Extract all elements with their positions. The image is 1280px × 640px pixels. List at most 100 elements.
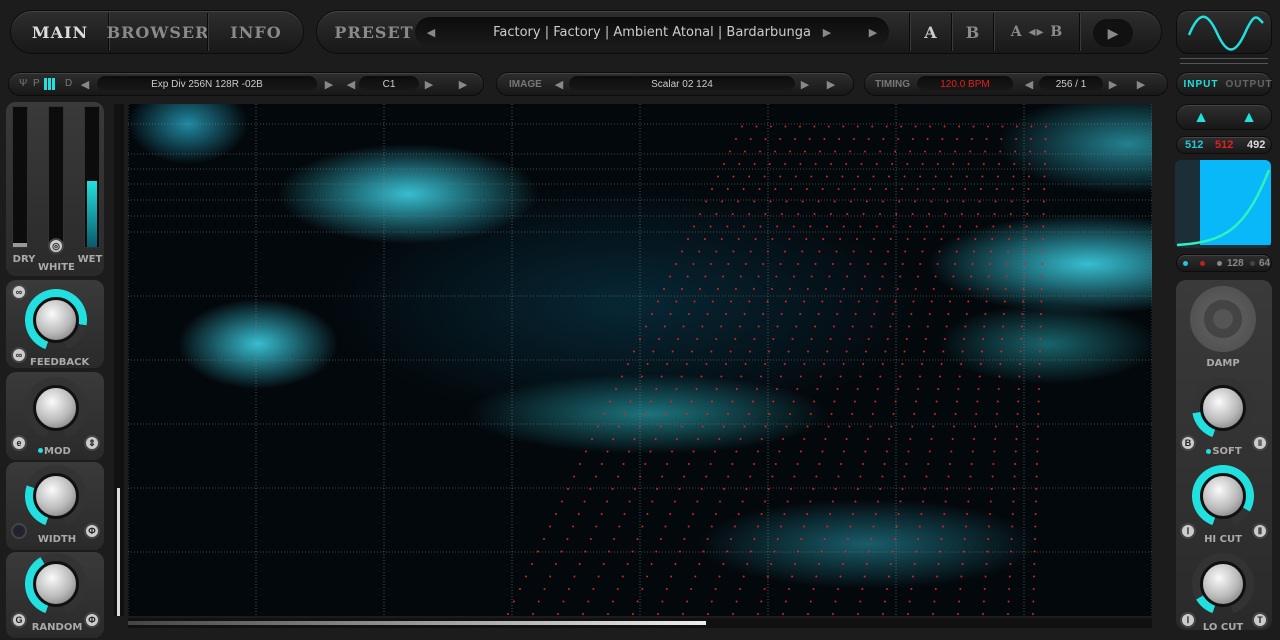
random-phase-icon[interactable]: Φ [84, 612, 100, 628]
timing-label: TIMING [875, 79, 910, 90]
tab-input[interactable]: INPUT [1177, 73, 1225, 95]
ab-swap-button[interactable]: A ◂▸ B [995, 11, 1079, 53]
preset-label: PRESET [334, 22, 414, 42]
input-up-button[interactable]: ▲ [1177, 107, 1225, 129]
spectrogram-canvas[interactable] [128, 104, 1152, 616]
preset-next-outer-button[interactable]: ▶ [863, 21, 883, 43]
ab-a-button[interactable]: A [911, 11, 951, 53]
hicut-left-icon[interactable]: Ⅰ [1180, 523, 1196, 539]
dry-label: DRY [12, 254, 36, 265]
image-prev-button[interactable]: ◀ [551, 76, 567, 92]
hicut-right-icon[interactable]: Ⅱ [1252, 523, 1268, 539]
count-cyan: 512 [1185, 139, 1204, 151]
legend-64: 64 [1259, 258, 1271, 269]
mode-p-label[interactable]: P [33, 78, 40, 89]
bpm-value: 120.0 BPM [940, 78, 990, 90]
histogram-display [1175, 160, 1271, 248]
width-close-icon[interactable]: ✕ [11, 523, 27, 539]
random-label: RANDOM [31, 622, 83, 633]
timing-bar: TIMING 120.0 BPM ◀ 256 / 1 ▶ ▶ [864, 72, 1168, 96]
image-display[interactable]: Scalar 02 124 [569, 76, 795, 92]
bpm-display[interactable]: 120.0 BPM [917, 76, 1013, 92]
output-up-button[interactable]: ▲ [1225, 107, 1273, 129]
image-value: Scalar 02 124 [651, 78, 713, 90]
speaker-icon [1190, 286, 1256, 352]
logo-wave-icon[interactable] [1176, 10, 1272, 54]
synth-preset-value: Exp Div 256N 128R -02B [151, 78, 263, 90]
preset-next-button[interactable]: ▶ [817, 21, 837, 43]
note-value: C1 [382, 78, 396, 90]
mod-label: MOD [44, 446, 71, 457]
synth-next-button[interactable]: ▶ [321, 76, 337, 92]
width-label: WIDTH [37, 534, 77, 545]
damp-pause-icon[interactable]: ‖ [1252, 435, 1268, 451]
feedback-label: FEEDBACK [30, 357, 90, 368]
timing-play-button[interactable]: ▶ [1131, 76, 1151, 92]
mod-updown-icon[interactable]: ⇕ [84, 435, 100, 451]
count-red: 512 [1215, 139, 1234, 151]
tab-output[interactable]: OUTPUT [1225, 73, 1273, 95]
width-phase-icon[interactable]: Φ [84, 523, 100, 539]
damp-b-icon[interactable]: B [1180, 435, 1196, 451]
width-knob[interactable] [25, 465, 87, 527]
division-value: 256 / 1 [1055, 78, 1087, 90]
tab-main[interactable]: MAIN [11, 11, 109, 53]
feedback-link-top-icon[interactable]: ∞ [11, 284, 27, 300]
locut-label: LO CUT [1202, 622, 1244, 633]
note-display[interactable]: C1 [359, 76, 419, 92]
white-label: WHITE [38, 262, 75, 273]
feedback-knob[interactable] [25, 289, 87, 351]
soft-label: SOFT [1212, 446, 1242, 457]
locut-right-icon[interactable]: T [1252, 612, 1268, 628]
preset-prev-button[interactable]: ◀ [421, 21, 441, 43]
image-next-button[interactable]: ▶ [797, 76, 813, 92]
main-tab-bar: MAIN BROWSER INFO [10, 10, 304, 54]
synth-bar: Ψ P D Exp Div 256N 128R -02B ◀ ▶ C1 ◀ ▶ … [8, 72, 484, 96]
mod-e-icon[interactable]: e [11, 435, 27, 451]
division-prev-button[interactable]: ◀ [1021, 76, 1037, 92]
legend-128: 128 [1227, 258, 1244, 269]
synth-play-button[interactable]: ▶ [453, 76, 473, 92]
division-display[interactable]: 256 / 1 [1039, 76, 1103, 92]
random-knob[interactable] [25, 553, 87, 615]
wet-label: WET [77, 254, 103, 265]
damp-knob[interactable] [1192, 377, 1254, 439]
preset-bar: PRESET Factory | Factory | Ambient Atona… [316, 10, 1162, 54]
preset-value: Factory | Factory | Ambient Atonal | Bar… [493, 24, 811, 40]
feedback-link-bottom-icon[interactable]: ∞ [11, 347, 27, 363]
soft-led-icon [1206, 449, 1211, 454]
random-g-icon[interactable]: G [11, 612, 27, 628]
ab-b-button[interactable]: B [953, 11, 993, 53]
mode-d-label[interactable]: D [65, 78, 72, 89]
white-slider[interactable] [48, 106, 64, 248]
image-play-button[interactable]: ▶ [821, 76, 841, 92]
locut-left-icon[interactable]: Ⅰ [1180, 612, 1196, 628]
play-button[interactable]: ▶ [1093, 19, 1133, 47]
tab-browser[interactable]: BROWSER [107, 11, 209, 53]
white-noise-icon[interactable]: ◎ [48, 238, 64, 254]
zoom-slider[interactable] [114, 104, 124, 616]
tuning-fork-icon[interactable]: Ψ [19, 78, 27, 89]
note-prev-button[interactable]: ◀ [343, 76, 359, 92]
note-next-button[interactable]: ▶ [421, 76, 437, 92]
io-tabs: INPUT OUTPUT [1176, 72, 1272, 96]
tab-info[interactable]: INFO [207, 11, 305, 53]
wet-slider[interactable] [84, 106, 100, 248]
locut-knob[interactable] [1192, 553, 1254, 615]
count-bar: 512 512 492 [1176, 136, 1272, 154]
scroll-bar[interactable] [128, 618, 1152, 628]
legend-bar: 128 64 [1176, 254, 1272, 272]
dry-slider[interactable] [12, 106, 28, 248]
damp-label: DAMP [1206, 358, 1240, 369]
up-buttons: ▲ ▲ [1176, 104, 1272, 130]
synth-prev-button[interactable]: ◀ [77, 76, 93, 92]
count-white: 492 [1247, 139, 1266, 151]
grid-mode-icon[interactable] [44, 78, 56, 90]
image-bar: IMAGE ◀ Scalar 02 124 ▶ ▶ [496, 72, 854, 96]
mod-knob[interactable] [25, 377, 87, 439]
synth-preset-display[interactable]: Exp Div 256N 128R -02B [97, 76, 317, 92]
division-next-button[interactable]: ▶ [1105, 76, 1121, 92]
mod-led-icon [38, 448, 43, 453]
hicut-knob[interactable] [1192, 465, 1254, 527]
image-label: IMAGE [509, 79, 542, 90]
